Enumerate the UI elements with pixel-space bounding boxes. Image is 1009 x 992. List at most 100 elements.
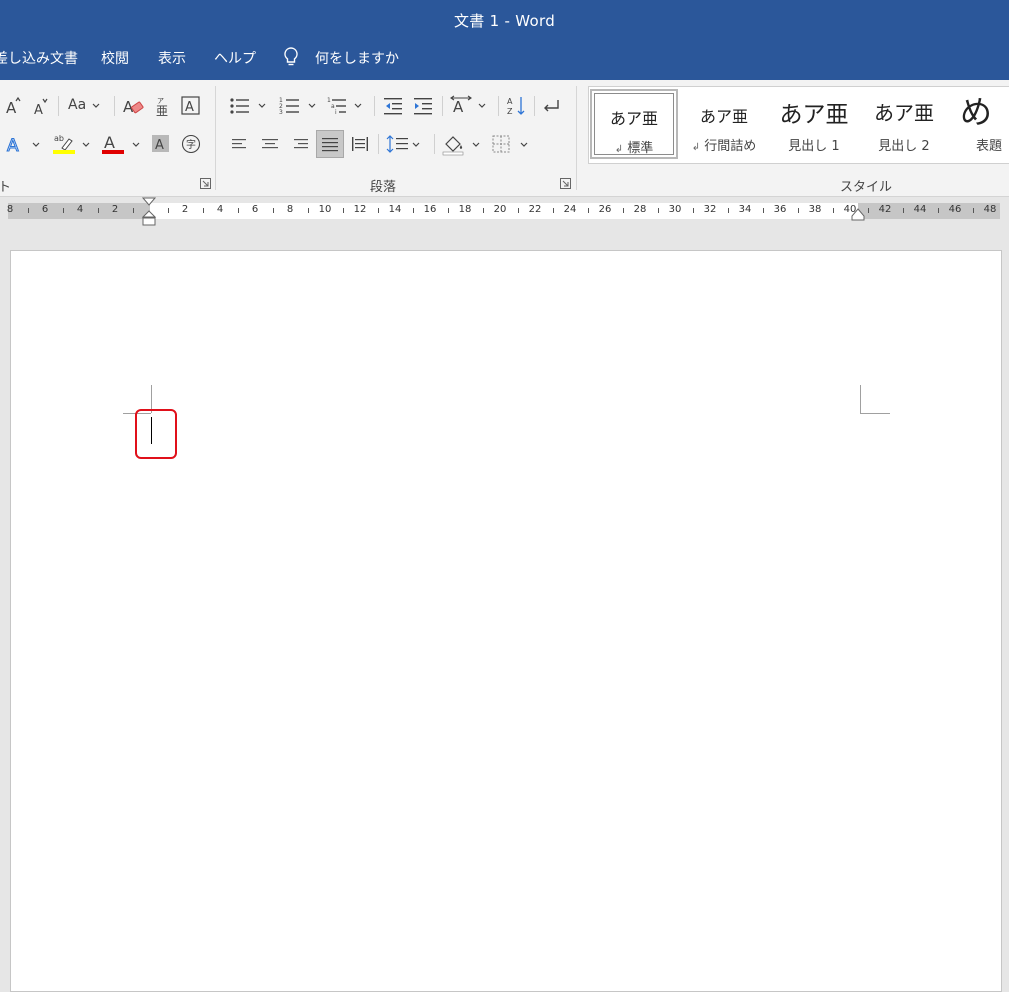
paragraph-dialog-launcher-icon[interactable] [560,178,571,189]
ruler-label: 4 [216,204,224,215]
right-indent-marker-icon[interactable] [851,207,865,221]
chevron-down-icon [478,103,486,108]
ruler-tick [237,208,239,213]
clear-formatting-icon[interactable]: A [122,94,144,118]
ruler-label: 46 [948,204,962,215]
ruler-tick [62,208,64,213]
style-heading-1[interactable]: あア亜 見出し 1 [770,89,858,159]
ruler-label: 30 [668,204,682,215]
align-right-icon[interactable] [290,132,310,156]
ruler-label: 2 [181,204,189,215]
document-page[interactable] [10,250,1002,992]
line-spacing-button[interactable] [386,132,426,156]
ruler-label: 10 [318,204,332,215]
align-left-icon[interactable] [230,132,250,156]
line-spacing-icon [386,135,408,153]
tab-help[interactable]: ヘルプ [214,48,256,68]
character-border-icon[interactable]: A [180,94,202,118]
bullets-button[interactable] [228,94,268,118]
ruler-label: 18 [458,204,472,215]
paragraph-mark-icon: ↲ [614,144,624,155]
style-heading-2[interactable]: あア亜 見出し 2 [860,89,948,159]
style-title[interactable]: め 表題 [950,89,1009,159]
ruler-label: 32 [703,204,717,215]
svg-text:A: A [185,100,194,115]
tell-me-search[interactable]: 何をしますか [315,48,399,68]
style-name: 表題 [976,139,1003,154]
ruler-tick [762,208,764,213]
ruler-tick [832,208,834,213]
ruler-label: 44 [913,204,927,215]
enclose-characters-icon[interactable]: 字 [180,132,202,156]
indent-marker-icon[interactable] [142,197,156,227]
character-shading-icon[interactable]: A [150,132,172,156]
borders-icon [492,135,510,153]
ruler-tick [972,208,974,213]
decrease-indent-icon[interactable] [382,94,404,118]
style-name: 行間詰め [704,139,757,154]
distributed-icon[interactable] [350,132,370,156]
tab-view[interactable]: 表示 [158,48,186,68]
ruler-label: 6 [251,204,259,215]
paragraph-group-label: 段落 [370,180,397,195]
highlighter-icon: ab [53,134,75,154]
chevron-down-icon [308,103,316,108]
ruler-label: 8 [6,204,14,215]
chevron-down-icon [354,103,362,108]
ruler-label: 48 [983,204,997,215]
align-center-icon[interactable] [260,132,280,156]
ruler-tick [902,208,904,213]
ruler-tick [412,208,414,213]
chevron-down-icon [258,103,266,108]
multilevel-list-icon: 1ai [327,97,346,116]
shading-button[interactable] [442,132,482,156]
grow-font-icon[interactable]: A [4,94,22,118]
style-normal[interactable]: あア亜 ↲ 標準 [590,89,678,159]
text-effects-button[interactable]: A [4,132,44,156]
svg-text:A: A [104,133,115,152]
tab-review[interactable]: 校閲 [101,48,129,68]
chevron-down-icon [472,142,480,147]
show-formatting-marks-icon[interactable] [540,94,562,118]
change-case-button[interactable]: Aa [66,94,104,118]
ruler-tick [692,208,694,213]
style-name: 標準 [627,141,654,156]
style-no-spacing[interactable]: あア亜 ↲ 行間詰め [680,89,768,159]
justify-button[interactable] [316,130,344,158]
sort-icon[interactable]: AZ [506,94,528,118]
svg-text:3: 3 [279,109,283,116]
font-color-icon: A [102,133,124,154]
ruler-tick [622,208,624,213]
crop-mark-top-right-h [860,413,890,414]
lightbulb-icon[interactable] [283,46,299,72]
multilevel-list-button[interactable]: 1ai [326,94,366,118]
ruler-label: 38 [808,204,822,215]
borders-button[interactable] [490,132,530,156]
paint-bucket-icon [442,136,464,156]
highlight-color-button[interactable]: ab [52,132,94,156]
asian-layout-button[interactable]: A [450,94,490,118]
svg-text:A: A [34,103,43,118]
ruler-tick [657,208,659,213]
svg-text:A: A [507,97,513,106]
phonetic-guide-icon[interactable]: ア亜 [152,94,172,118]
chevron-down-icon [412,142,420,147]
numbering-button[interactable]: 123 [278,94,318,118]
svg-text:字: 字 [186,138,196,151]
shrink-font-icon[interactable]: A [32,94,50,118]
chevron-down-icon [82,142,90,147]
ruler-tick [937,208,939,213]
chevron-down-icon [92,103,100,108]
ruler-label: 4 [76,204,84,215]
tab-mailings[interactable]: 差し込み文書 [0,48,78,68]
ruler-tick [482,208,484,213]
ruler-label: 36 [773,204,787,215]
ruler-area: 8 6 4 2 2 4 6 8 10 12 14 16 18 20 22 24 26 28 30 32 34 36 38 40… [0,197,1009,227]
font-dialog-launcher-icon[interactable] [200,178,211,189]
title-bar: 文書 1 - Word 差し込み文書 校閲 表示 ヘルプ 何をしますか [0,0,1009,80]
svg-text:i: i [335,109,337,116]
font-color-button[interactable]: A [102,132,142,156]
increase-indent-icon[interactable] [412,94,434,118]
ruler-tick [447,208,449,213]
svg-text:ab: ab [54,134,64,143]
